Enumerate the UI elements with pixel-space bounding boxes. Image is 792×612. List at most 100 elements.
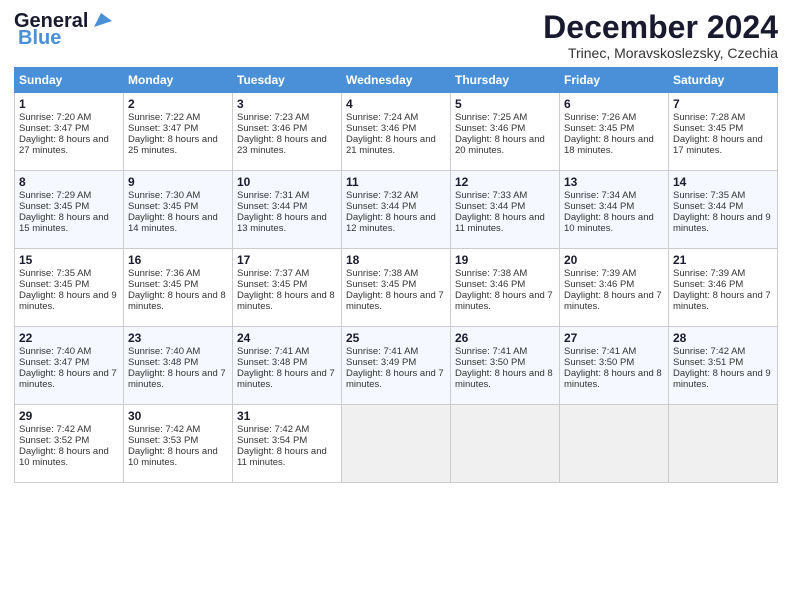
day-number: 12	[455, 175, 555, 189]
day-number: 10	[237, 175, 337, 189]
calendar-cell: 9Sunrise: 7:30 AMSunset: 3:45 PMDaylight…	[124, 171, 233, 249]
calendar-cell: 28Sunrise: 7:42 AMSunset: 3:51 PMDayligh…	[669, 327, 778, 405]
calendar-cell: 6Sunrise: 7:26 AMSunset: 3:45 PMDaylight…	[560, 93, 669, 171]
calendar-cell: 1Sunrise: 7:20 AMSunset: 3:47 PMDaylight…	[15, 93, 124, 171]
day-number: 30	[128, 409, 228, 423]
day-number: 1	[19, 97, 119, 111]
daylight: Daylight: 8 hours and 8 minutes.	[237, 290, 335, 312]
day-number: 20	[564, 253, 664, 267]
day-number: 28	[673, 331, 773, 345]
daylight: Daylight: 8 hours and 7 minutes.	[237, 368, 335, 390]
day-number: 11	[346, 175, 446, 189]
day-number: 8	[19, 175, 119, 189]
sunset: Sunset: 3:46 PM	[673, 279, 743, 290]
sunset: Sunset: 3:44 PM	[346, 201, 416, 212]
sunset: Sunset: 3:46 PM	[564, 279, 634, 290]
daylight: Daylight: 8 hours and 8 minutes.	[455, 368, 553, 390]
sunrise: Sunrise: 7:20 AM	[19, 112, 91, 123]
daylight: Daylight: 8 hours and 11 minutes.	[237, 446, 327, 468]
sunrise: Sunrise: 7:23 AM	[237, 112, 309, 123]
day-number: 5	[455, 97, 555, 111]
header-wednesday: Wednesday	[342, 68, 451, 93]
sunset: Sunset: 3:45 PM	[19, 201, 89, 212]
sunrise: Sunrise: 7:42 AM	[19, 424, 91, 435]
calendar-table: SundayMondayTuesdayWednesdayThursdayFrid…	[14, 67, 778, 483]
sunrise: Sunrise: 7:40 AM	[128, 346, 200, 357]
calendar-cell: 22Sunrise: 7:40 AMSunset: 3:47 PMDayligh…	[15, 327, 124, 405]
sunrise: Sunrise: 7:33 AM	[455, 190, 527, 201]
calendar-cell: 13Sunrise: 7:34 AMSunset: 3:44 PMDayligh…	[560, 171, 669, 249]
sunrise: Sunrise: 7:35 AM	[673, 190, 745, 201]
daylight: Daylight: 8 hours and 14 minutes.	[128, 212, 218, 234]
month-title: December 2024	[543, 10, 778, 45]
sunset: Sunset: 3:45 PM	[128, 279, 198, 290]
calendar-week-2: 15Sunrise: 7:35 AMSunset: 3:45 PMDayligh…	[15, 249, 778, 327]
daylight: Daylight: 8 hours and 10 minutes.	[564, 212, 654, 234]
daylight: Daylight: 8 hours and 7 minutes.	[346, 290, 444, 312]
sunset: Sunset: 3:45 PM	[237, 279, 307, 290]
day-number: 25	[346, 331, 446, 345]
sunrise: Sunrise: 7:30 AM	[128, 190, 200, 201]
day-number: 17	[237, 253, 337, 267]
sunset: Sunset: 3:52 PM	[19, 435, 89, 446]
daylight: Daylight: 8 hours and 17 minutes.	[673, 134, 763, 156]
calendar-cell: 23Sunrise: 7:40 AMSunset: 3:48 PMDayligh…	[124, 327, 233, 405]
subtitle: Trinec, Moravskoslezsky, Czechia	[543, 45, 778, 61]
sunrise: Sunrise: 7:35 AM	[19, 268, 91, 279]
calendar-header-row: SundayMondayTuesdayWednesdayThursdayFrid…	[15, 68, 778, 93]
page-container: General Blue December 2024 Trinec, Morav…	[0, 0, 792, 491]
calendar-cell: 2Sunrise: 7:22 AMSunset: 3:47 PMDaylight…	[124, 93, 233, 171]
header-friday: Friday	[560, 68, 669, 93]
day-number: 3	[237, 97, 337, 111]
sunset: Sunset: 3:45 PM	[673, 123, 743, 134]
calendar-cell: 11Sunrise: 7:32 AMSunset: 3:44 PMDayligh…	[342, 171, 451, 249]
sunrise: Sunrise: 7:22 AM	[128, 112, 200, 123]
sunset: Sunset: 3:45 PM	[19, 279, 89, 290]
calendar-cell: 20Sunrise: 7:39 AMSunset: 3:46 PMDayligh…	[560, 249, 669, 327]
daylight: Daylight: 8 hours and 25 minutes.	[128, 134, 218, 156]
sunrise: Sunrise: 7:25 AM	[455, 112, 527, 123]
daylight: Daylight: 8 hours and 18 minutes.	[564, 134, 654, 156]
calendar-cell: 29Sunrise: 7:42 AMSunset: 3:52 PMDayligh…	[15, 405, 124, 483]
sunset: Sunset: 3:46 PM	[346, 123, 416, 134]
calendar-week-4: 29Sunrise: 7:42 AMSunset: 3:52 PM Dayligh…	[15, 405, 778, 483]
logo-blue: Blue	[18, 27, 61, 50]
day-number: 16	[128, 253, 228, 267]
daylight: Daylight: 8 hours and 7 minutes.	[564, 290, 662, 312]
daylight: Daylight: 8 hours and 9 minutes.	[19, 290, 117, 312]
calendar-cell: 10Sunrise: 7:31 AMSunset: 3:44 PMDayligh…	[233, 171, 342, 249]
logo: General Blue	[14, 10, 112, 50]
header-thursday: Thursday	[451, 68, 560, 93]
day-number: 15	[19, 253, 119, 267]
sunset: Sunset: 3:50 PM	[564, 357, 634, 368]
sunrise: Sunrise: 7:38 AM	[346, 268, 418, 279]
daylight: Daylight: 8 hours and 12 minutes.	[346, 212, 436, 234]
day-number: 19	[455, 253, 555, 267]
header: General Blue December 2024 Trinec, Morav…	[14, 10, 778, 61]
calendar-cell: 26Sunrise: 7:41 AMSunset: 3:50 PMDayligh…	[451, 327, 560, 405]
sunset: Sunset: 3:45 PM	[128, 201, 198, 212]
sunset: Sunset: 3:46 PM	[237, 123, 307, 134]
calendar-cell: 7Sunrise: 7:28 AMSunset: 3:45 PMDaylight…	[669, 93, 778, 171]
sunrise: Sunrise: 7:41 AM	[237, 346, 309, 357]
title-block: December 2024 Trinec, Moravskoslezsky, C…	[543, 10, 778, 61]
sunset: Sunset: 3:44 PM	[455, 201, 525, 212]
sunrise: Sunrise: 7:41 AM	[455, 346, 527, 357]
logo-icon	[90, 9, 112, 31]
calendar-cell: 24Sunrise: 7:41 AMSunset: 3:48 PMDayligh…	[233, 327, 342, 405]
calendar-cell: 17Sunrise: 7:37 AMSunset: 3:45 PMDayligh…	[233, 249, 342, 327]
sunset: Sunset: 3:51 PM	[673, 357, 743, 368]
day-number: 22	[19, 331, 119, 345]
day-number: 7	[673, 97, 773, 111]
calendar-cell: 21Sunrise: 7:39 AMSunset: 3:46 PMDayligh…	[669, 249, 778, 327]
sunset: Sunset: 3:45 PM	[346, 279, 416, 290]
sunrise: Sunrise: 7:39 AM	[673, 268, 745, 279]
day-number: 6	[564, 97, 664, 111]
day-number: 29	[19, 409, 119, 423]
daylight: Daylight: 8 hours and 7 minutes.	[346, 368, 444, 390]
day-number: 23	[128, 331, 228, 345]
calendar-cell: 12Sunrise: 7:33 AMSunset: 3:44 PMDayligh…	[451, 171, 560, 249]
sunrise: Sunrise: 7:42 AM	[673, 346, 745, 357]
calendar-week-1: 8Sunrise: 7:29 AMSunset: 3:45 PMDaylight…	[15, 171, 778, 249]
day-number: 31	[237, 409, 337, 423]
